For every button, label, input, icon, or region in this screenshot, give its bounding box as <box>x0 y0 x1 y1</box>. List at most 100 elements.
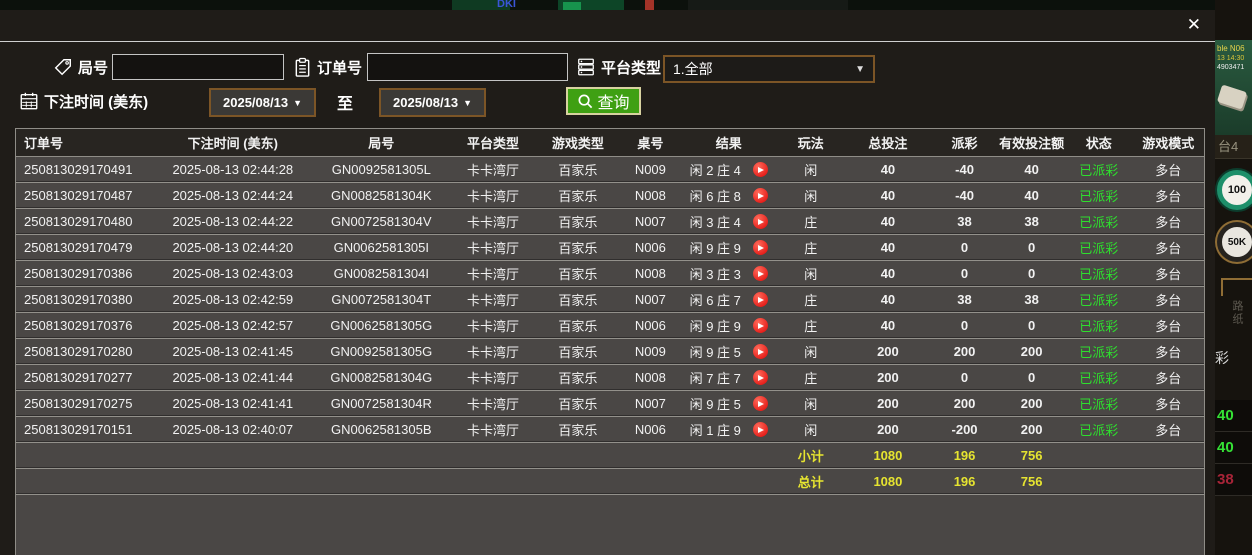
subtotal-table <box>619 443 681 468</box>
play-replay-icon[interactable] <box>752 240 768 255</box>
cell-payout: 0 <box>960 266 969 281</box>
bg-fragment <box>563 2 581 10</box>
play-replay-icon[interactable] <box>752 266 768 281</box>
table-row: 250813029170380 2025-08-13 02:42:59 GN0072… <box>16 287 1204 313</box>
result-text: 闲 3 庄 4 <box>689 215 741 230</box>
play-replay-icon[interactable] <box>752 292 768 307</box>
play-replay-icon[interactable] <box>752 214 768 229</box>
cell-game: 百家乐 <box>558 423 598 438</box>
round-filter-label: 局号 <box>78 59 109 77</box>
cell-result: 闲 9 庄 5 <box>681 391 776 416</box>
grand-total-mode <box>1133 469 1204 494</box>
table-row: 250813029170491 2025-08-13 02:44:28 GN0092… <box>16 157 1204 183</box>
search-icon <box>578 94 593 108</box>
bg-cards-image <box>1216 84 1248 110</box>
cell-result: 闲 2 庄 4 <box>681 157 776 182</box>
bg-fragment <box>688 0 848 10</box>
platform-filter-label-group: 平台类型 <box>576 55 661 79</box>
chip-100-label: 100 <box>1227 184 1247 196</box>
column-header: 订单号 <box>24 136 64 151</box>
cell-time: 2025-08-13 02:41:44 <box>172 370 294 385</box>
table-row: 250813029170479 2025-08-13 02:44:20 GN0062… <box>16 235 1204 261</box>
result-text: 闲 2 庄 4 <box>689 163 741 178</box>
cell-game: 百家乐 <box>558 397 598 412</box>
platform-type-select[interactable]: 1.全部 ▼ <box>663 55 875 83</box>
grand-total-order <box>16 469 153 494</box>
cell-mode: 多台 <box>1155 215 1182 230</box>
date-to-picker[interactable]: 2025/08/13 ▼ <box>379 88 486 117</box>
table-empty-area <box>16 495 1204 555</box>
order-filter-label: 订单号 <box>317 59 363 77</box>
cell-time: 2025-08-13 02:44:24 <box>172 188 294 203</box>
cell-status: 已派彩 <box>1079 345 1119 360</box>
subtotal-mode <box>1133 443 1204 468</box>
subtotal-round <box>313 443 450 468</box>
cell-status: 已派彩 <box>1079 163 1119 178</box>
cell-round: GN0092581305G <box>330 344 433 359</box>
cell-result: 闲 9 庄 9 <box>681 235 776 260</box>
subtotal-platform <box>450 443 537 468</box>
table-row: 250813029170280 2025-08-13 02:41:45 GN0092… <box>16 339 1204 365</box>
table-row: 250813029170480 2025-08-13 02:44:22 GN0072… <box>16 209 1204 235</box>
cell-order: 250813029170280 <box>24 344 133 359</box>
column-header: 游戏模式 <box>1142 136 1195 151</box>
cell-game: 百家乐 <box>558 267 598 282</box>
play-replay-icon[interactable] <box>752 318 768 333</box>
query-button[interactable]: 查询 <box>566 87 641 115</box>
play-replay-icon[interactable] <box>752 396 768 411</box>
cell-table: N006 <box>634 422 666 437</box>
round-number-input[interactable] <box>112 54 284 80</box>
cell-payout: 38 <box>957 292 972 307</box>
bet-history-modal: ✕ 局号 订单号 平台类型 1.全部 ▼ 下注时间 (美东) 2025/08/1… <box>0 10 1215 555</box>
tag-icon <box>54 59 71 76</box>
grand-total-payout: 196 <box>953 474 976 489</box>
result-text: 闲 7 庄 7 <box>689 371 741 386</box>
play-replay-icon[interactable] <box>752 344 768 359</box>
grand-total-round <box>313 469 450 494</box>
cell-bet: 闲 <box>804 345 818 360</box>
result-text: 闲 1 庄 9 <box>689 423 741 438</box>
column-header: 平台类型 <box>466 136 519 151</box>
bg-table-name: ble N06 <box>1217 44 1245 53</box>
server-list-icon <box>578 58 594 76</box>
order-number-input[interactable] <box>367 53 568 81</box>
cell-platform: 卡卡湾厅 <box>466 345 519 360</box>
cell-round: GN0072581304T <box>331 292 432 307</box>
cell-total_bet: 40 <box>880 292 896 307</box>
cell-total_bet: 40 <box>880 240 896 255</box>
cell-valid_bet: 0 <box>1028 240 1036 255</box>
close-button[interactable]: ✕ <box>1187 13 1201 37</box>
cell-mode: 多台 <box>1155 163 1182 178</box>
platform-type-value: 1.全部 <box>673 61 713 77</box>
column-header: 状态 <box>1085 136 1112 151</box>
subtotal-game <box>536 443 619 468</box>
bg-side-value: 38 <box>1215 464 1252 496</box>
cell-payout: 0 <box>960 370 969 385</box>
column-header: 总投注 <box>868 136 908 151</box>
cell-bet: 闲 <box>804 397 818 412</box>
cell-round: GN0092581305L <box>331 162 431 177</box>
bg-table-tab: 台4 <box>1215 135 1252 159</box>
cell-platform: 卡卡湾厅 <box>466 215 519 230</box>
cell-valid_bet: 0 <box>1028 370 1036 385</box>
cell-result: 闲 7 庄 7 <box>681 365 776 390</box>
table-body: 250813029170491 2025-08-13 02:44:28 GN0092… <box>16 157 1204 495</box>
cell-round: GN0082581304K <box>331 188 432 203</box>
cell-valid_bet: 200 <box>1020 344 1043 359</box>
play-replay-icon[interactable] <box>752 370 768 385</box>
play-replay-icon[interactable] <box>752 422 768 437</box>
cell-status: 已派彩 <box>1079 293 1119 308</box>
cell-time: 2025-08-13 02:41:41 <box>172 396 294 411</box>
play-replay-icon[interactable] <box>752 162 768 177</box>
cell-order: 250813029170151 <box>24 422 133 437</box>
cell-table: N008 <box>634 370 666 385</box>
cell-round: GN0082581304G <box>330 370 433 385</box>
cell-mode: 多台 <box>1155 293 1182 308</box>
cell-valid_bet: 38 <box>1024 214 1039 229</box>
date-from-picker[interactable]: 2025/08/13 ▼ <box>209 88 316 117</box>
cell-bet: 庄 <box>804 293 818 308</box>
cell-table: N007 <box>634 396 666 411</box>
result-text: 闲 6 庄 8 <box>689 189 741 204</box>
play-replay-icon[interactable] <box>752 188 768 203</box>
cell-bet: 庄 <box>804 371 818 386</box>
